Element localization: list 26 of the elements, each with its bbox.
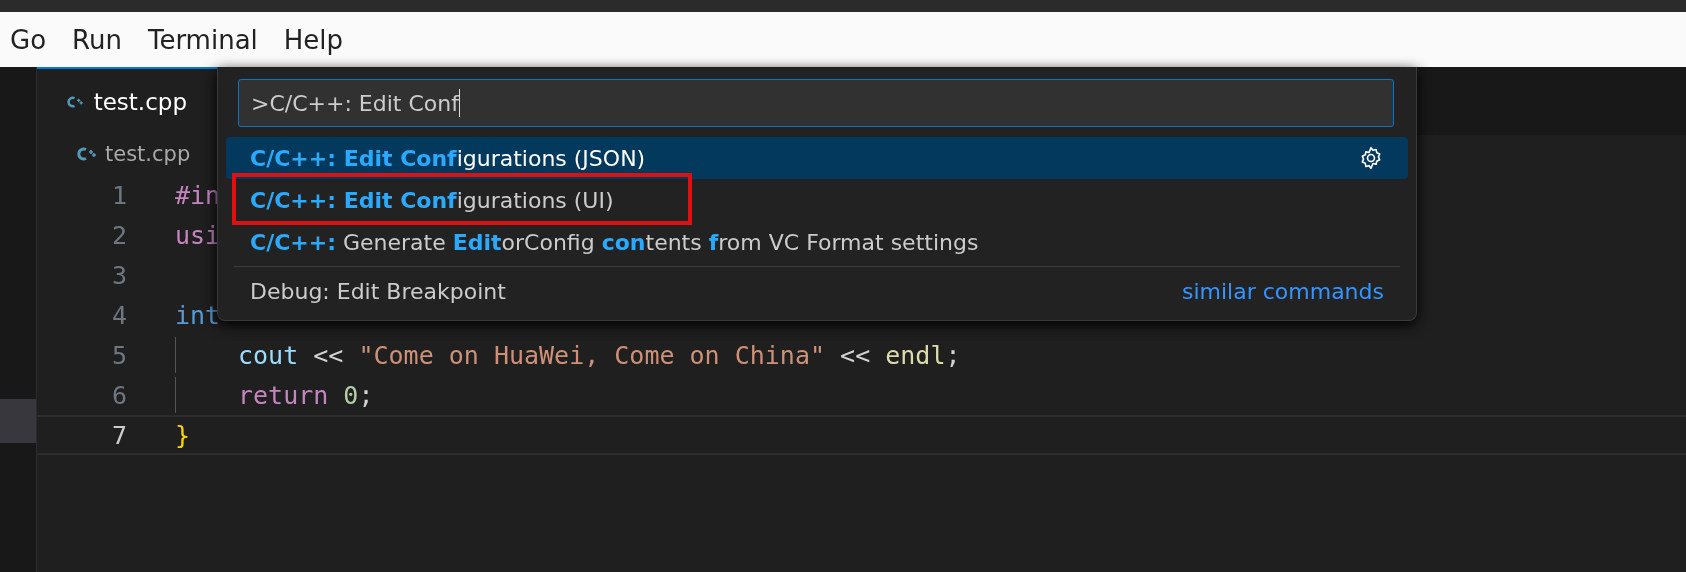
editor-tab[interactable]: test.cpp xyxy=(37,67,217,135)
menu-item[interactable]: Run xyxy=(72,24,122,55)
menu-item[interactable]: Help xyxy=(283,24,344,55)
line-number: 6 xyxy=(110,380,128,410)
command-item[interactable]: C/C++: Edit Configurations (UI) xyxy=(226,179,1408,221)
line-number: 3 xyxy=(110,260,128,290)
command-item[interactable]: C/C++: Edit Configurations (JSON) xyxy=(226,137,1408,179)
code-line: #in xyxy=(175,180,221,210)
line-number: 4 xyxy=(110,300,128,330)
menu-item[interactable]: Terminal xyxy=(147,24,258,55)
code-line: cout << "Come on HuaWei, Come on China" << endl; xyxy=(238,340,961,370)
code-line: int xyxy=(175,300,221,330)
cpp-file-icon xyxy=(77,146,97,162)
command-item[interactable]: C/C++: Generate EditorConfig contents from VC Format settings xyxy=(226,221,1408,263)
line-number: 5 xyxy=(110,340,128,370)
line-number: 1 xyxy=(110,180,128,210)
code-line: return 0; xyxy=(238,380,374,410)
code-line: } xyxy=(175,420,191,450)
line-number: 2 xyxy=(110,220,128,250)
line-number: 7 xyxy=(110,420,128,450)
command-input[interactable]: >C/C++: Edit Conf xyxy=(238,79,1394,127)
code-line: usi xyxy=(175,220,221,250)
breadcrumb-item[interactable]: test.cpp xyxy=(105,142,191,166)
similar-commands-link[interactable]: similar commands xyxy=(1181,278,1384,304)
command-item[interactable]: Debug: Edit Breakpoint similar commands xyxy=(226,270,1408,312)
menu-item[interactable]: Go xyxy=(10,24,47,55)
